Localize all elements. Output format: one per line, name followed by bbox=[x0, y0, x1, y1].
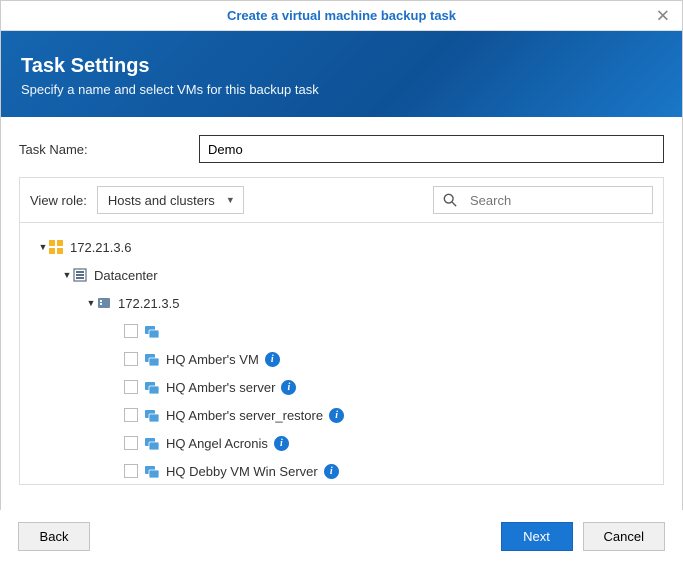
tree-label: 172.21.3.5 bbox=[118, 296, 179, 311]
tree-label: 172.21.3.6 bbox=[70, 240, 131, 255]
vm-checkbox[interactable] bbox=[124, 324, 138, 338]
vm-icon bbox=[144, 463, 160, 479]
tree-vm-row[interactable]: HQ Angel Acronis i bbox=[20, 429, 663, 457]
tree-vm-row[interactable]: HQ Debby VM Win Server i bbox=[20, 457, 663, 485]
tree-host-row[interactable]: ▼ 172.21.3.5 bbox=[20, 289, 663, 317]
tree-vcenter-row[interactable]: ▼ 172.21.3.6 bbox=[20, 233, 663, 261]
tree-vm-row[interactable]: HQ Amber's server i bbox=[20, 373, 663, 401]
vm-checkbox[interactable] bbox=[124, 380, 138, 394]
banner-heading: Task Settings bbox=[21, 55, 662, 78]
footer: Back Next Cancel bbox=[0, 510, 683, 563]
info-icon[interactable]: i bbox=[274, 436, 289, 451]
vm-label: HQ Amber's VM bbox=[166, 352, 259, 367]
tree-label: Datacenter bbox=[94, 268, 158, 283]
vm-icon bbox=[144, 323, 160, 339]
vm-checkbox[interactable] bbox=[124, 408, 138, 422]
host-icon bbox=[96, 295, 112, 311]
search-icon bbox=[442, 192, 458, 208]
info-icon[interactable]: i bbox=[329, 408, 344, 423]
vm-checkbox[interactable] bbox=[124, 436, 138, 450]
info-icon[interactable]: i bbox=[324, 464, 339, 479]
task-name-row: Task Name: bbox=[19, 135, 664, 163]
window-title: Create a virtual machine backup task bbox=[227, 8, 456, 23]
info-icon[interactable]: i bbox=[265, 352, 280, 367]
view-role-value: Hosts and clusters bbox=[108, 193, 215, 208]
tree-vm-row[interactable]: HQ Amber's VM i bbox=[20, 345, 663, 373]
view-role-dropdown[interactable]: Hosts and clusters bbox=[97, 186, 244, 214]
vm-icon bbox=[144, 435, 160, 451]
filter-bar: View role: Hosts and clusters bbox=[19, 177, 664, 223]
expander-icon[interactable]: ▼ bbox=[86, 298, 96, 308]
search-box[interactable] bbox=[433, 186, 653, 214]
tree-vm-row[interactable]: HQ Amber's server_restore i bbox=[20, 401, 663, 429]
titlebar: Create a virtual machine backup task ✕ bbox=[1, 1, 682, 31]
banner-subheading: Specify a name and select VMs for this b… bbox=[21, 82, 662, 97]
vm-checkbox[interactable] bbox=[124, 464, 138, 478]
next-button[interactable]: Next bbox=[501, 522, 573, 551]
vm-icon bbox=[144, 351, 160, 367]
vm-tree[interactable]: ▼ 172.21.3.6 ▼ Datacenter ▼ 172.21.3.5 H… bbox=[19, 223, 664, 485]
info-icon[interactable]: i bbox=[281, 380, 296, 395]
close-icon[interactable]: ✕ bbox=[656, 7, 670, 24]
view-role-label: View role: bbox=[30, 193, 87, 208]
vm-label: HQ Angel Acronis bbox=[166, 436, 268, 451]
vm-icon bbox=[144, 379, 160, 395]
search-input[interactable] bbox=[464, 193, 646, 208]
vcenter-icon bbox=[48, 239, 64, 255]
tree-datacenter-row[interactable]: ▼ Datacenter bbox=[20, 261, 663, 289]
vm-label: HQ Debby VM Win Server bbox=[166, 464, 318, 479]
content: Task Name: View role: Hosts and clusters… bbox=[1, 117, 682, 503]
task-name-input[interactable] bbox=[199, 135, 664, 163]
vm-label: HQ Amber's server_restore bbox=[166, 408, 323, 423]
tree-vm-row[interactable] bbox=[20, 317, 663, 345]
vm-icon bbox=[144, 407, 160, 423]
back-button[interactable]: Back bbox=[18, 522, 90, 551]
banner: Task Settings Specify a name and select … bbox=[1, 31, 682, 117]
expander-icon[interactable]: ▼ bbox=[38, 242, 48, 252]
vm-label: HQ Amber's server bbox=[166, 380, 275, 395]
vm-checkbox[interactable] bbox=[124, 352, 138, 366]
datacenter-icon bbox=[72, 267, 88, 283]
expander-icon[interactable]: ▼ bbox=[62, 270, 72, 280]
cancel-button[interactable]: Cancel bbox=[583, 522, 665, 551]
task-name-label: Task Name: bbox=[19, 142, 199, 157]
